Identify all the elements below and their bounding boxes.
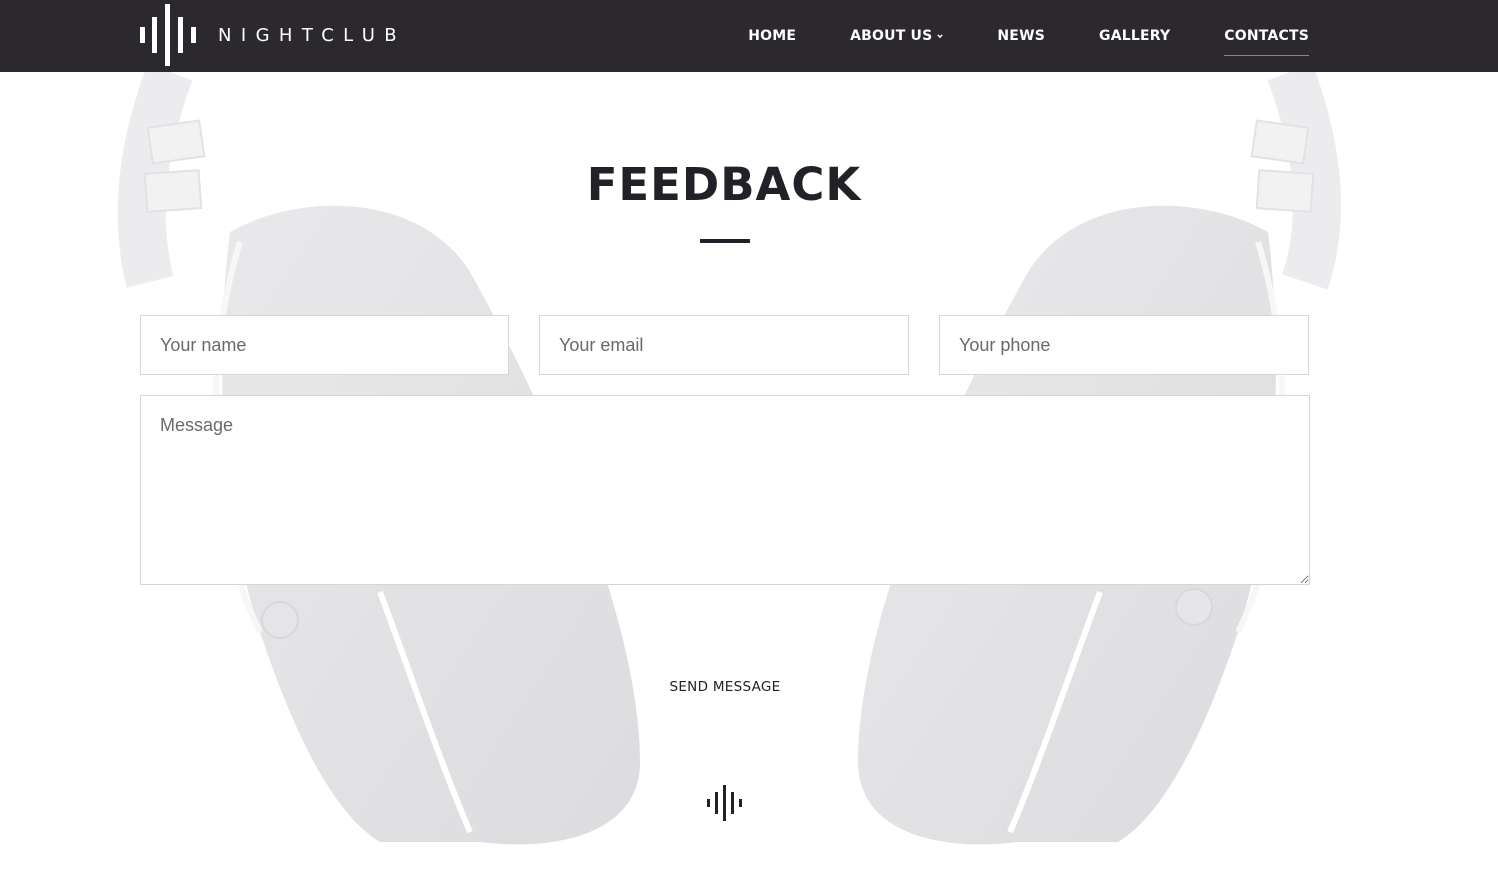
nav-item-news[interactable]: NEWS bbox=[997, 0, 1045, 72]
nav-item-label: ABOUT US bbox=[850, 28, 933, 44]
name-field[interactable] bbox=[140, 315, 509, 375]
send-message-button[interactable]: SEND MESSAGE bbox=[640, 672, 810, 702]
nav-item-home[interactable]: HOME bbox=[748, 0, 796, 72]
sound-wave-bars-icon bbox=[140, 4, 196, 66]
title-divider bbox=[700, 239, 750, 243]
chevron-down-icon bbox=[937, 34, 944, 39]
sound-wave-bars-icon bbox=[707, 785, 742, 821]
feedback-section: FEEDBACK SEND MESSAGE bbox=[0, 72, 1498, 877]
nav-item-label: NEWS bbox=[997, 28, 1045, 44]
nav-item-contacts[interactable]: CONTACTS bbox=[1224, 0, 1309, 72]
brand-logo[interactable]: NIGHTCLUB bbox=[140, 4, 406, 66]
nav-item-label: CONTACTS bbox=[1224, 28, 1309, 44]
main-menu: HOME ABOUT US NEWS GALLERY CONTACTS bbox=[748, 0, 1309, 72]
nav-item-label: GALLERY bbox=[1099, 28, 1171, 44]
nav-item-about-us[interactable]: ABOUT US bbox=[850, 0, 944, 72]
email-field[interactable] bbox=[539, 315, 909, 375]
nav-item-gallery[interactable]: GALLERY bbox=[1099, 0, 1170, 72]
message-field[interactable] bbox=[140, 395, 1310, 585]
nav-item-label: HOME bbox=[748, 28, 797, 44]
brand-name: NIGHTCLUB bbox=[218, 24, 407, 46]
page-title: FEEDBACK bbox=[586, 158, 862, 211]
top-navigation-bar: NIGHTCLUB HOME ABOUT US NEWS GALLERY CON… bbox=[0, 0, 1498, 72]
phone-field[interactable] bbox=[939, 315, 1309, 375]
